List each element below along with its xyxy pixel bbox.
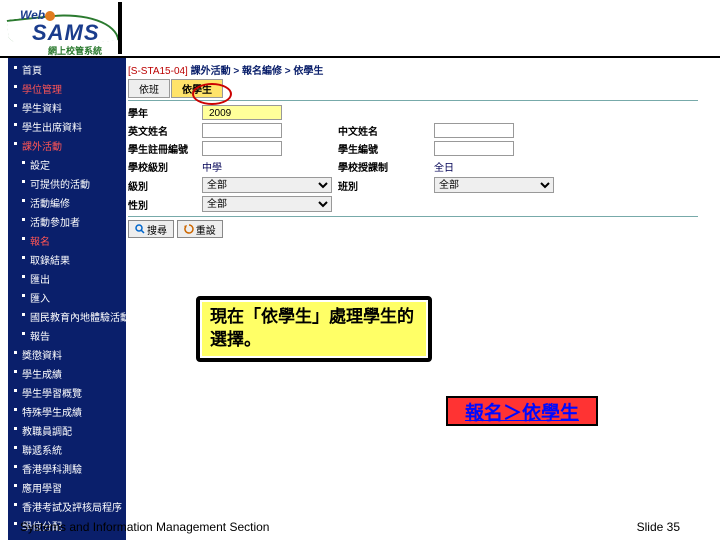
reg-no-label: 學生註冊編號 [128,141,196,156]
level-label: 學校級別 [128,159,196,174]
annotation-callout-path: 報名＞依學生 [446,396,598,426]
sidebar-item-0[interactable]: 首頁 [8,60,126,79]
footer-right: Slide 35 [637,520,680,534]
logo: Web SAMS 網上校管系統 [8,4,120,58]
eng-name-label: 英文姓名 [128,123,196,138]
sidebar-item-22[interactable]: 應用學習 [8,478,126,497]
sidebar-item-10[interactable]: 取錄結果 [8,250,126,269]
search-button-label: 搜尋 [147,222,167,237]
class-level-select[interactable]: 全部 [202,177,332,193]
sidebar-item-11[interactable]: 匯出 [8,269,126,288]
chi-name-input[interactable] [434,123,514,138]
button-row: 搜尋 重設 [128,216,698,238]
search-form: 學年 2009 英文姓名 中文姓名 學生註冊編號 學生編號 學校級別 中學 學校… [128,105,698,212]
annotation-callout-description: 現在「依學生」處理學生的選擇。 [196,296,432,362]
tab-by-class[interactable]: 依班 [128,79,170,98]
class-select[interactable]: 全部 [434,177,554,193]
sidebar-item-2[interactable]: 學生資料 [8,98,126,117]
search-icon [135,224,145,234]
logo-sams-text: SAMS [32,20,100,46]
sidebar-item-5[interactable]: 設定 [8,155,126,174]
sidebar-item-6[interactable]: 可提供的活動 [8,174,126,193]
annotation-callout-path-text: 報名＞依學生 [465,398,579,425]
sidebar-item-14[interactable]: 報告 [8,326,126,345]
sidebar-item-7[interactable]: 活動編修 [8,193,126,212]
tab-by-student[interactable]: 依學生 [171,79,223,98]
sidebar-item-17[interactable]: 學生學習概覽 [8,383,126,402]
footer-left: Systems and Information Management Secti… [20,520,269,534]
sidebar-item-16[interactable]: 學生成績 [8,364,126,383]
page-code: [S-STA15-04] [128,66,188,77]
search-button[interactable]: 搜尋 [128,220,174,238]
sidebar-item-12[interactable]: 匯入 [8,288,126,307]
slide-number: 35 [667,520,680,534]
slide-label: Slide [637,520,664,534]
sidebar-item-15[interactable]: 獎懲資料 [8,345,126,364]
eng-name-input[interactable] [202,123,282,138]
footer: Systems and Information Management Secti… [0,520,720,534]
divider [128,100,698,101]
watermark: WebSAMS [716,280,720,539]
year-field[interactable]: 2009 [202,105,282,120]
session-label: 學校授課制 [338,159,428,174]
gender-label: 性別 [128,197,196,212]
breadcrumb-row: [S-STA15-04] 課外活動 > 報名編修 > 依學生 [128,62,698,77]
chi-name-label: 中文姓名 [338,123,428,138]
reset-button-label: 重設 [196,222,216,237]
sidebar-item-18[interactable]: 特殊學生成績 [8,402,126,421]
sidebar: 首頁學位管理學生資料學生出席資料課外活動設定可提供的活動活動編修活動參加者報名取… [8,58,126,540]
year-label: 學年 [128,105,196,120]
class-label: 班別 [338,178,428,193]
sidebar-item-3[interactable]: 學生出席資料 [8,117,126,136]
stu-no-label: 學生編號 [338,141,428,156]
sidebar-item-23[interactable]: 香港考試及評核局程序 [8,497,126,516]
sidebar-item-9[interactable]: 報名 [8,231,126,250]
session-value: 全日 [434,159,554,174]
sidebar-item-19[interactable]: 教職員調配 [8,421,126,440]
class-level-label: 級別 [128,178,196,193]
tab-row: 依班 依學生 [128,79,698,98]
header: Web SAMS 網上校管系統 [0,0,720,60]
sidebar-item-20[interactable]: 聯遞系統 [8,440,126,459]
reset-icon [184,224,194,234]
gender-select[interactable]: 全部 [202,196,332,212]
header-vertical-divider [118,2,122,54]
level-value: 中學 [202,159,332,174]
sidebar-item-25[interactable]: 報告管理 [8,535,126,540]
sidebar-item-8[interactable]: 活動參加者 [8,212,126,231]
reg-no-input[interactable] [202,141,282,156]
main-content: [S-STA15-04] 課外活動 > 報名編修 > 依學生 依班 依學生 學年… [128,62,698,238]
sidebar-item-13[interactable]: 國民教育內地體驗活動 [8,307,126,326]
stu-no-input[interactable] [434,141,514,156]
reset-button[interactable]: 重設 [177,220,223,238]
sidebar-item-21[interactable]: 香港學科測驗 [8,459,126,478]
sidebar-item-4[interactable]: 課外活動 [8,136,126,155]
sidebar-item-1[interactable]: 學位管理 [8,79,126,98]
breadcrumb: 課外活動 > 報名編修 > 依學生 [191,66,324,77]
